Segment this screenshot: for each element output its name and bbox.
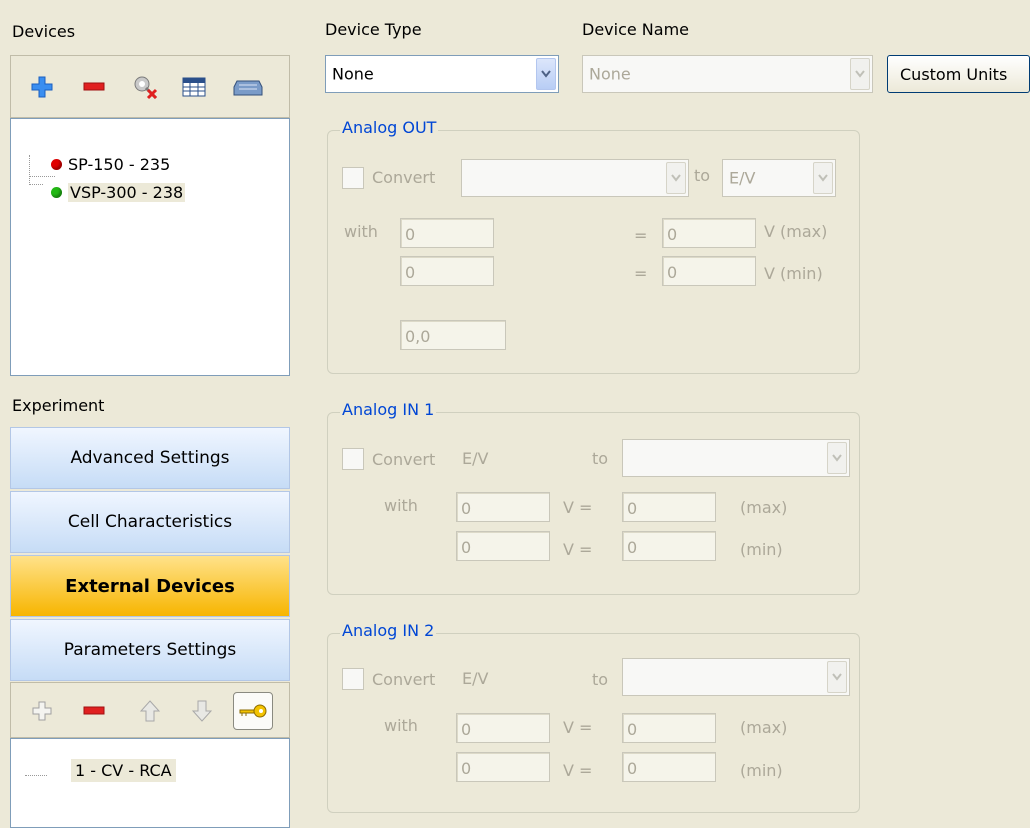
analog-in-1-max-v[interactable] [456, 492, 550, 522]
nav-advanced-settings[interactable]: Advanced Settings [10, 427, 290, 489]
with-label: with [384, 716, 418, 735]
analog-in-2-convert-checkbox[interactable] [342, 668, 364, 690]
status-dot-red [51, 158, 62, 170]
table-icon[interactable] [181, 74, 207, 100]
chevron-down-icon[interactable] [813, 162, 833, 194]
to-value: E/V [729, 168, 756, 188]
to-label: to [592, 670, 609, 689]
convert-label: Convert [372, 670, 436, 689]
analog-out-min-value[interactable] [662, 256, 756, 286]
analog-out-to-select[interactable]: E/V [722, 159, 836, 197]
analog-out-convert-from-select[interactable] [461, 159, 689, 197]
devices-toolbar [10, 55, 290, 118]
chevron-down-icon[interactable] [536, 58, 556, 90]
tree-item-sp150[interactable]: SP-150 - 235 [51, 152, 170, 176]
experiment-toolbar [10, 682, 290, 738]
nav-cell-characteristics[interactable]: Cell Characteristics [10, 491, 290, 553]
analog-out-max-input[interactable] [400, 218, 494, 248]
analog-in-2-to-select[interactable] [622, 658, 850, 696]
analog-in-2-min-value[interactable] [622, 752, 716, 782]
key-icon[interactable] [233, 692, 273, 730]
equals-max: = [634, 226, 648, 245]
device-type-select[interactable]: None [325, 55, 559, 93]
analog-in-2-title: Analog IN 2 [340, 621, 437, 640]
analog-out-max-value[interactable] [662, 218, 756, 248]
analog-in-1-min-value[interactable] [622, 531, 716, 561]
analog-in-1-min-v[interactable] [456, 531, 550, 561]
custom-units-button[interactable]: Custom Units [887, 55, 1030, 93]
from-label: E/V [462, 449, 489, 468]
analog-out-min-input[interactable] [400, 256, 494, 286]
analog-out-convert-checkbox[interactable] [342, 167, 364, 189]
devices-tree: SP-150 - 235 VSP-300 - 238 [10, 118, 290, 376]
devices-title: Devices [12, 22, 76, 41]
equals-min: = [634, 264, 648, 283]
nav-external-devices[interactable]: External Devices [10, 555, 290, 617]
chevron-down-icon[interactable] [850, 58, 870, 90]
v-equals-min: V = [563, 540, 593, 559]
device-name-value: None [589, 64, 631, 84]
arrow-down-icon[interactable] [189, 698, 215, 724]
tree-connector [25, 775, 47, 776]
convert-label: Convert [372, 168, 436, 187]
with-label: with [384, 496, 418, 515]
min-label: (min) [740, 540, 783, 559]
device-label: SP-150 - 235 [68, 154, 171, 174]
max-label: (max) [740, 498, 788, 517]
device-name-label: Device Name [582, 20, 690, 39]
experiment-item[interactable]: 1 - CV - RCA [71, 759, 176, 782]
plus-outline-icon[interactable] [29, 698, 55, 724]
experiment-title: Experiment [12, 396, 105, 415]
min-label: (min) [740, 761, 783, 780]
v-equals-min: V = [563, 761, 593, 780]
experiment-list: 1 - CV - RCA [10, 738, 290, 828]
nav-parameters-settings[interactable]: Parameters Settings [10, 619, 290, 681]
to-label: to [592, 449, 609, 468]
analog-in-1-title: Analog IN 1 [340, 400, 437, 419]
device-type-label: Device Type [325, 20, 422, 39]
with-label: with [344, 222, 378, 241]
tree-item-vsp300[interactable]: VSP-300 - 238 [51, 180, 186, 204]
analog-in-2-max-v[interactable] [456, 713, 550, 743]
minus-icon[interactable] [81, 698, 107, 724]
analog-out-offset-input[interactable] [400, 320, 506, 350]
plus-icon[interactable] [29, 74, 55, 100]
status-dot-green [51, 186, 62, 198]
device-type-value: None [332, 64, 374, 84]
device-icon[interactable] [233, 74, 263, 100]
minus-icon[interactable] [81, 74, 107, 100]
analog-out-title: Analog OUT [340, 118, 439, 137]
v-equals-max: V = [563, 498, 593, 517]
wrench-icon[interactable] [131, 72, 161, 102]
min-unit-label: V (min) [764, 264, 823, 283]
device-label: VSP-300 - 238 [68, 182, 186, 202]
arrow-up-icon[interactable] [137, 698, 163, 724]
analog-in-2-max-value[interactable] [622, 713, 716, 743]
analog-in-1-to-select[interactable] [622, 439, 850, 477]
max-label: (max) [740, 718, 788, 737]
analog-in-2-min-v[interactable] [456, 752, 550, 782]
max-unit-label: V (max) [764, 222, 828, 241]
device-name-select[interactable]: None [582, 55, 873, 93]
chevron-down-icon[interactable] [666, 162, 686, 194]
from-label: E/V [462, 669, 489, 688]
analog-in-1-max-value[interactable] [622, 492, 716, 522]
chevron-down-icon[interactable] [827, 442, 847, 474]
chevron-down-icon[interactable] [827, 661, 847, 693]
convert-label: Convert [372, 450, 436, 469]
to-label: to [694, 166, 711, 185]
v-equals-max: V = [563, 718, 593, 737]
analog-in-1-convert-checkbox[interactable] [342, 448, 364, 470]
